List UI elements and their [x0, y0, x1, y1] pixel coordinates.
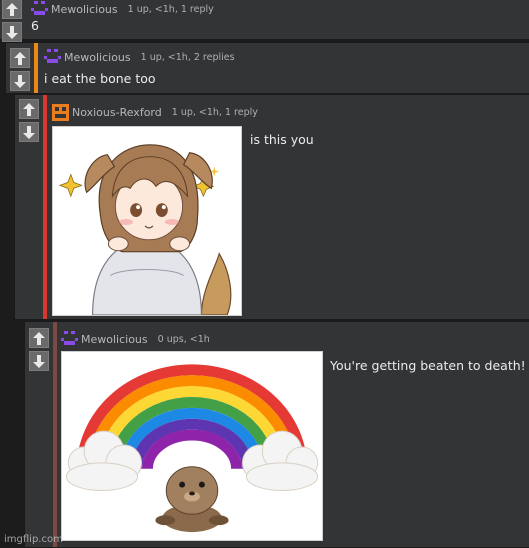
- thread-depth-bar: [43, 95, 47, 319]
- purple-pixel-face-icon[interactable]: [31, 1, 48, 18]
- rainbow-seal-image[interactable]: [61, 351, 323, 541]
- purple-pixel-face-icon[interactable]: [44, 49, 61, 66]
- vote-controls: [19, 99, 39, 142]
- downvote-button[interactable]: [19, 122, 39, 142]
- upvote-button[interactable]: [10, 48, 30, 68]
- username[interactable]: Mewolicious: [64, 51, 131, 64]
- up-arrow-icon: [6, 2, 18, 16]
- up-arrow-icon: [33, 331, 45, 345]
- thread-depth-bar: [34, 43, 38, 93]
- username[interactable]: Noxious-Rexford: [72, 106, 162, 119]
- comment-4: Mewolicious 0 ups, <1h You're getting be…: [24, 321, 529, 548]
- down-arrow-icon: [23, 125, 35, 139]
- thread-depth-bar: [53, 322, 57, 547]
- comment-text: i eat the bone too: [44, 71, 156, 86]
- comment-meta: 1 up, <1h, 1 reply: [127, 4, 214, 15]
- comment-text: is this you: [250, 132, 314, 147]
- downvote-button[interactable]: [2, 22, 22, 42]
- comment-3: Noxious-Rexford 1 up, <1h, 1 reply is th…: [14, 94, 529, 320]
- username[interactable]: Mewolicious: [51, 3, 118, 16]
- upvote-button[interactable]: [2, 0, 22, 19]
- comment-meta: 1 up, <1h, 2 replies: [140, 52, 235, 63]
- down-arrow-icon: [6, 25, 18, 39]
- comment-2: Mewolicious 1 up, <1h, 2 replies i eat t…: [5, 42, 529, 94]
- up-arrow-icon: [14, 51, 26, 65]
- downvote-button[interactable]: [10, 71, 30, 91]
- purple-pixel-face-icon[interactable]: [61, 331, 78, 348]
- vote-controls: [29, 328, 49, 371]
- down-arrow-icon: [33, 354, 45, 368]
- comment-text: 6: [31, 18, 39, 33]
- watermark: imgflip.com: [4, 534, 63, 545]
- vote-controls: [2, 0, 22, 42]
- comment-meta: 1 up, <1h, 1 reply: [171, 107, 258, 118]
- username[interactable]: Mewolicious: [81, 333, 148, 346]
- comment-text: You're getting beaten to death!: [330, 358, 526, 373]
- up-arrow-icon: [23, 102, 35, 116]
- down-arrow-icon: [14, 74, 26, 88]
- anime-dog-girl-image[interactable]: [52, 126, 242, 316]
- upvote-button[interactable]: [29, 328, 49, 348]
- downvote-button[interactable]: [29, 351, 49, 371]
- upvote-button[interactable]: [19, 99, 39, 119]
- orange-pixel-face-icon[interactable]: [52, 104, 69, 121]
- vote-controls: [10, 48, 30, 91]
- comment-1: Mewolicious 1 up, <1h, 1 reply 6: [0, 0, 529, 42]
- comment-meta: 0 ups, <1h: [157, 334, 210, 345]
